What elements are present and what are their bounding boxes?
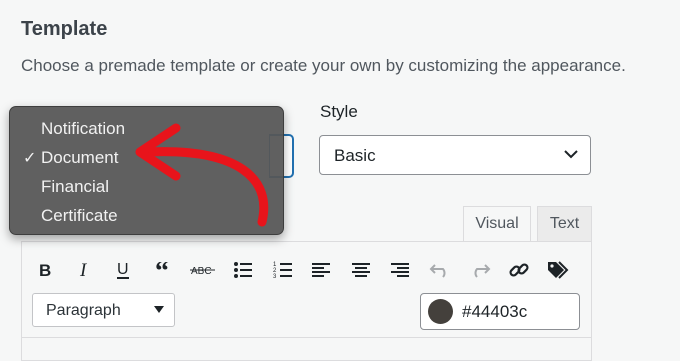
template-dropdown: Notification ✓ Document Financial Certif… xyxy=(9,106,284,235)
undo-icon[interactable] xyxy=(426,256,454,284)
bullet-list-icon[interactable] xyxy=(229,256,257,284)
caret-down-icon xyxy=(154,306,164,313)
svg-text:B: B xyxy=(39,261,51,279)
align-left-icon[interactable] xyxy=(307,256,335,284)
format-select[interactable]: Paragraph xyxy=(32,293,175,327)
svg-text:ABC: ABC xyxy=(191,266,212,277)
numbered-list-icon[interactable]: 1 2 3 xyxy=(269,256,297,284)
text-color-field[interactable]: #44403c xyxy=(420,293,580,330)
tab-visual[interactable]: Visual xyxy=(463,206,531,242)
format-select-value: Paragraph xyxy=(46,302,121,319)
underline-icon[interactable]: U xyxy=(109,256,137,284)
dropdown-option-notification[interactable]: Notification xyxy=(41,119,125,139)
link-icon[interactable] xyxy=(505,256,533,284)
svg-text:I: I xyxy=(79,261,88,279)
dropdown-option-certificate[interactable]: Certificate xyxy=(41,206,118,226)
italic-icon[interactable]: I xyxy=(71,256,99,284)
style-label: Style xyxy=(320,102,358,121)
tab-text[interactable]: Text xyxy=(537,206,592,242)
editor-divider xyxy=(22,337,591,338)
chevron-down-icon xyxy=(564,150,578,159)
bold-icon[interactable]: B xyxy=(31,256,59,284)
section-description: Choose a premade template or create your… xyxy=(21,56,626,75)
section-title: Template xyxy=(21,18,108,40)
align-right-icon[interactable] xyxy=(386,256,414,284)
tags-icon[interactable] xyxy=(544,256,572,284)
strikethrough-icon[interactable]: ABC xyxy=(189,256,217,284)
align-center-icon[interactable] xyxy=(347,256,375,284)
dropdown-option-financial[interactable]: Financial xyxy=(41,177,109,197)
text-color-value: #44403c xyxy=(462,302,528,321)
check-icon: ✓ xyxy=(23,150,37,167)
svg-text:U: U xyxy=(117,261,129,278)
blockquote-icon[interactable]: “ xyxy=(151,256,179,284)
redo-icon[interactable] xyxy=(466,256,494,284)
style-select[interactable]: Basic xyxy=(319,135,591,175)
dropdown-option-document[interactable]: Document xyxy=(41,148,118,168)
color-swatch[interactable] xyxy=(428,299,453,324)
style-select-value: Basic xyxy=(334,146,376,165)
svg-text:“: “ xyxy=(155,262,169,278)
svg-text:3: 3 xyxy=(273,274,277,279)
